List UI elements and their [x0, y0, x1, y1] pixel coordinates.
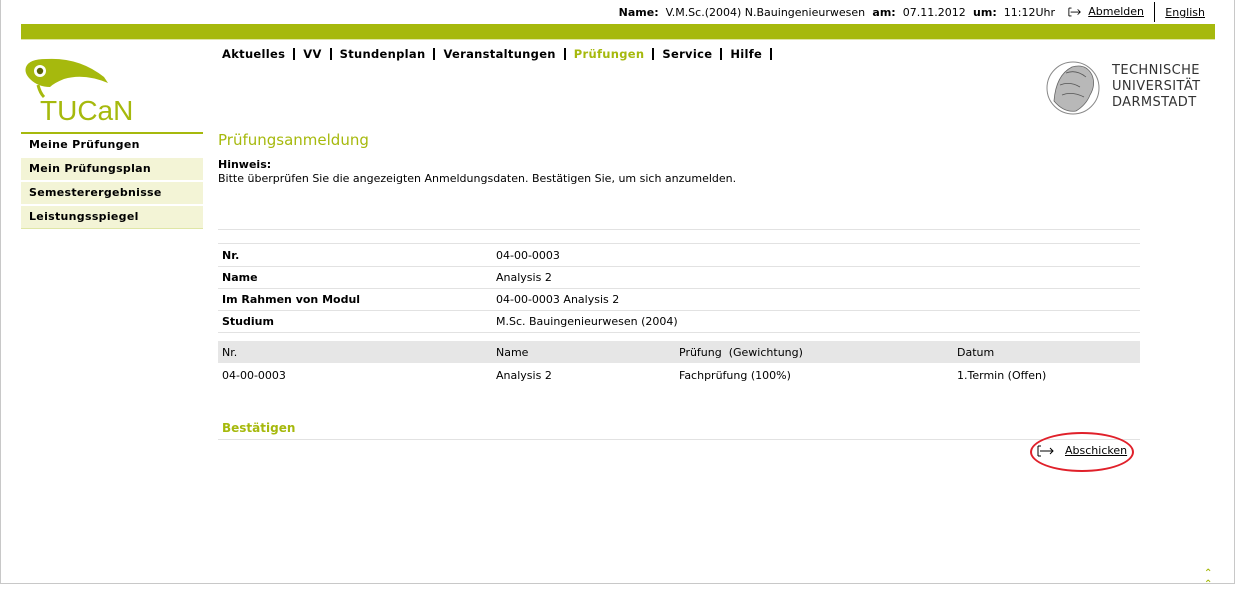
nav-separator [563, 48, 566, 60]
time-label: um: [973, 6, 997, 19]
detail-row: Im Rahmen von Modul 04-00-0003 Analysis … [218, 288, 1140, 311]
nav-item-stundenplan[interactable]: Stundenplan [338, 47, 428, 61]
detail-value: 04-00-0003 [496, 249, 560, 262]
table-cell: 04-00-0003 [222, 369, 286, 382]
university-logo[interactable]: TECHNISCHE UNIVERSITÄT DARMSTADT [1046, 55, 1216, 123]
page-title: Prüfungsanmeldung [218, 131, 369, 149]
nav-item-hilfe[interactable]: Hilfe [728, 47, 764, 61]
nav-item-aktuelles[interactable]: Aktuelles [220, 47, 287, 61]
sidebar-item-meine-pruefungen[interactable]: Meine Prüfungen [21, 134, 203, 158]
confirm-heading: Bestätigen [222, 421, 296, 435]
detail-value: Analysis 2 [496, 271, 552, 284]
nav-separator [652, 48, 655, 60]
logout-arrow-icon [1068, 7, 1082, 16]
table-cell: Fachprüfung (100%) [679, 369, 791, 382]
top-bar: Name: V.M.Sc.(2004) N.Bauingenieurwesen … [0, 0, 1235, 24]
column-header-pruefung: Prüfung (Gewichtung) [679, 346, 803, 359]
nav-item-vv[interactable]: VV [301, 47, 323, 61]
highlight-circle [1030, 432, 1134, 472]
main-nav: Aktuelles VV Stundenplan Veranstaltungen… [220, 47, 778, 61]
detail-row: Nr. 04-00-0003 [218, 244, 1140, 267]
time-value: 11:12Uhr [1003, 6, 1055, 19]
detail-row: Name Analysis 2 [218, 266, 1140, 289]
nav-separator [720, 48, 723, 60]
nav-item-veranstaltungen[interactable]: Veranstaltungen [441, 47, 557, 61]
column-header-datum: Datum [957, 346, 995, 359]
nav-separator [329, 48, 332, 60]
table-header: Nr. Name Prüfung (Gewichtung) Datum [218, 341, 1140, 363]
nav-item-pruefungen[interactable]: Prüfungen [572, 47, 647, 61]
detail-row: Studium M.Sc. Bauingenieurwesen (2004) [218, 310, 1140, 333]
logout-link[interactable]: Abmelden [1068, 5, 1144, 18]
column-header-nr: Nr. [222, 346, 238, 359]
university-name: TECHNISCHE UNIVERSITÄT DARMSTADT [1112, 63, 1200, 111]
athena-head-icon [1046, 61, 1100, 115]
date-value: 07.11.2012 [902, 6, 966, 19]
svg-text:TUCaN: TUCaN [40, 95, 133, 122]
sidebar-item-pruefungsplan[interactable]: Mein Prüfungsplan [21, 158, 203, 182]
name-label: Name: [618, 6, 659, 19]
name-value: V.M.Sc.(2004) N.Bauingenieurwesen [665, 6, 866, 19]
sidebar: Meine Prüfungen Mein Prüfungsplan Semest… [21, 132, 203, 229]
detail-key: Nr. [222, 249, 240, 262]
divider [1154, 2, 1155, 22]
sidebar-item-leistungsspiegel[interactable]: Leistungsspiegel [21, 206, 203, 229]
scroll-to-top-icon[interactable]: ⌃ ⌃ [1204, 568, 1212, 590]
table-row: 04-00-0003 Analysis 2 Fachprüfung (100%)… [218, 364, 1140, 386]
tucan-logo[interactable]: TUCaN [24, 57, 154, 126]
header-bar [21, 24, 1215, 39]
sidebar-item-semesterergebnisse[interactable]: Semesterergebnisse [21, 182, 203, 206]
detail-key: Name [222, 271, 258, 284]
table-cell: Analysis 2 [496, 369, 552, 382]
university-name-line: DARMSTADT [1112, 95, 1197, 110]
nav-separator [770, 48, 773, 60]
nav-separator [293, 48, 296, 60]
hint-text: Bitte überprüfen Sie die angezeigten Anm… [218, 172, 737, 185]
session-info: Name: V.M.Sc.(2004) N.Bauingenieurwesen … [619, 6, 1055, 19]
header-bar-shadow [21, 39, 1215, 40]
date-label: am: [872, 6, 896, 19]
nav-item-service[interactable]: Service [660, 47, 714, 61]
detail-value: 04-00-0003 Analysis 2 [496, 293, 620, 306]
table-cell: 1.Termin (Offen) [957, 369, 1047, 382]
detail-value: M.Sc. Bauingenieurwesen (2004) [496, 315, 678, 328]
hint-heading: Hinweis: [218, 158, 272, 171]
detail-key: Studium [222, 315, 274, 328]
detail-key: Im Rahmen von Modul [222, 293, 361, 306]
logout-label: Abmelden [1088, 5, 1144, 18]
nav-separator [433, 48, 436, 60]
university-name-line: TECHNISCHE [1112, 63, 1200, 78]
column-header-name: Name [496, 346, 529, 359]
language-link[interactable]: English [1165, 6, 1205, 19]
university-name-line: UNIVERSITÄT [1112, 79, 1201, 94]
divider [218, 439, 1140, 440]
divider [218, 229, 1140, 230]
tucan-bird-icon: TUCaN [25, 58, 133, 126]
